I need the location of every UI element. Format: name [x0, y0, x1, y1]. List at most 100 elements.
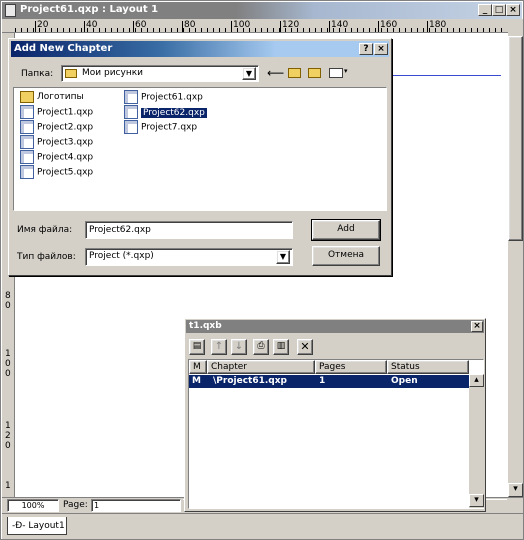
ruler-minor-tick: [225, 28, 226, 32]
ruler-minor-tick: [489, 28, 490, 32]
move-down-button[interactable]: ↓: [231, 339, 247, 355]
ruler-tick-mark: [133, 21, 134, 32]
view-menu-icon[interactable]: [329, 68, 343, 78]
filetype-chevron-down-icon[interactable]: ▼: [276, 250, 290, 264]
print-button[interactable]: ⎙: [253, 339, 269, 355]
file-list-item[interactable]: Project4.qxp: [20, 150, 93, 165]
vertical-ruler-label: 0: [5, 359, 11, 369]
ruler-minor-tick: [399, 28, 400, 32]
new-folder-icon[interactable]: [308, 68, 321, 78]
zoom-field[interactable]: 100%: [7, 499, 59, 512]
column-header[interactable]: Status: [387, 360, 469, 374]
ruler-tick-mark: [280, 21, 281, 32]
vertical-ruler-label: 0: [5, 369, 11, 379]
new-chapter-button[interactable]: ▤: [189, 339, 205, 355]
layout-tab[interactable]: -Ð- Layout1: [7, 517, 67, 535]
chapter-table: M Chapter Pages Status M \Project61.qxp 1 Open…: [188, 359, 484, 509]
file-list-item[interactable]: Project1.qxp: [20, 105, 93, 120]
palette-title-bar: t1.qxb ×: [186, 320, 484, 333]
ruler-minor-tick: [249, 28, 250, 32]
ruler-minor-tick: [345, 28, 346, 32]
ruler-minor-tick: [417, 28, 418, 32]
ruler-minor-tick: [99, 28, 100, 32]
palette-title: t1.qxb: [189, 321, 222, 331]
file-list-item[interactable]: Логотипы: [20, 90, 84, 105]
view-menu-chevron-icon[interactable]: ▾: [344, 67, 348, 75]
table-scrollbar[interactable]: [469, 374, 484, 508]
folder-label: Папка:: [21, 69, 54, 79]
file-name: Project61.qxp: [141, 92, 203, 103]
qxp-file-icon: [124, 120, 138, 134]
ruler-minor-tick: [231, 28, 232, 32]
column-header[interactable]: Chapter: [207, 360, 315, 374]
ruler-minor-tick: [177, 28, 178, 32]
file-list-item[interactable]: Project61.qxp: [124, 90, 203, 105]
file-list-item[interactable]: Project7.qxp: [124, 120, 197, 135]
cell-status: Open: [391, 376, 418, 386]
ruler-minor-tick: [495, 28, 496, 32]
back-arrow-icon[interactable]: ⟵: [267, 66, 284, 80]
scrollbar-thumb[interactable]: [508, 36, 523, 241]
ruler-minor-tick: [447, 28, 448, 32]
ruler-minor-tick: [285, 28, 286, 32]
maximize-button[interactable]: □: [492, 4, 506, 16]
filetype-combo[interactable]: Project (*.qxp) ▼: [85, 248, 293, 266]
cell-chapter: \Project61.qxp: [213, 376, 287, 386]
close-button[interactable]: ×: [506, 4, 520, 16]
palette-close-button[interactable]: ×: [471, 321, 483, 332]
column-header[interactable]: M: [189, 360, 207, 374]
ruler-minor-tick: [63, 28, 64, 32]
ruler-minor-tick: [93, 28, 94, 32]
chevron-down-icon[interactable]: ▼: [242, 67, 256, 80]
delete-chapter-button[interactable]: ✕: [297, 339, 313, 355]
ruler-minor-tick: [111, 28, 112, 32]
dialog-help-button[interactable]: ?: [359, 43, 373, 55]
file-list[interactable]: Логотипы Project1.qxp Project2.qxp Project3…: [13, 87, 387, 211]
add-chapter-dialog: Add New Chapter ? × Папка: Мои рисунки ▼…: [8, 38, 392, 276]
ruler-minor-tick: [483, 28, 484, 32]
vertical-ruler-label: 1: [5, 349, 11, 359]
scroll-down-arrow[interactable]: ▾: [508, 483, 523, 497]
ruler-minor-tick: [333, 28, 334, 32]
vertical-ruler-label: 1: [5, 421, 11, 431]
ruler-minor-tick: [75, 28, 76, 32]
up-folder-icon[interactable]: [288, 68, 301, 78]
ruler-minor-tick: [153, 28, 154, 32]
ruler-minor-tick: [369, 28, 370, 32]
filename-label: Имя файла:: [17, 225, 73, 235]
synchronize-button[interactable]: ▥: [273, 339, 289, 355]
ruler-minor-tick: [321, 28, 322, 32]
ruler-minor-tick: [453, 28, 454, 32]
folder-combo[interactable]: Мои рисунки ▼: [61, 65, 259, 82]
layout-tab-label: Layout1: [28, 521, 65, 531]
dialog-title: Add New Chapter: [14, 43, 113, 54]
cancel-button[interactable]: Отмена: [312, 246, 380, 266]
file-list-item[interactable]: Project3.qxp: [20, 135, 93, 150]
table-row[interactable]: M \Project61.qxp 1 Open: [189, 375, 469, 388]
minimize-button[interactable]: _: [478, 4, 492, 16]
move-up-button[interactable]: ↑: [211, 339, 227, 355]
file-list-item[interactable]: Project2.qxp: [20, 120, 93, 135]
ruler-minor-tick: [57, 28, 58, 32]
file-list-item[interactable]: Project62.qxp: [124, 105, 207, 120]
table-scroll-down-arrow[interactable]: ▾: [469, 494, 484, 507]
ruler-tick-mark: [378, 21, 379, 32]
ruler-minor-tick: [27, 28, 28, 32]
ruler-tick-mark: [427, 21, 428, 32]
layout-tab-icon: -Ð-: [12, 521, 26, 531]
file-list-item[interactable]: Project5.qxp: [20, 165, 93, 180]
column-header[interactable]: Pages: [315, 360, 387, 374]
page-field[interactable]: 1: [91, 499, 181, 512]
dialog-close-button[interactable]: ×: [374, 43, 388, 55]
file-name: Project5.qxp: [37, 167, 94, 178]
cell-pages: 1: [319, 376, 326, 386]
book-palette: t1.qxb × ▤ ↑ ↓ ⎙ ▥ ✕ M Chapter Pages Status…: [184, 318, 486, 512]
table-scroll-up-arrow[interactable]: ▴: [469, 374, 484, 387]
ruler-minor-tick: [411, 28, 412, 32]
filename-input[interactable]: Project62.qxp: [85, 221, 293, 239]
vertical-ruler-label: 1: [5, 481, 11, 491]
page-guide: [393, 75, 501, 76]
ruler-minor-tick: [471, 28, 472, 32]
add-button[interactable]: Add: [311, 219, 381, 241]
ruler-tick-label: 100: [233, 20, 251, 30]
